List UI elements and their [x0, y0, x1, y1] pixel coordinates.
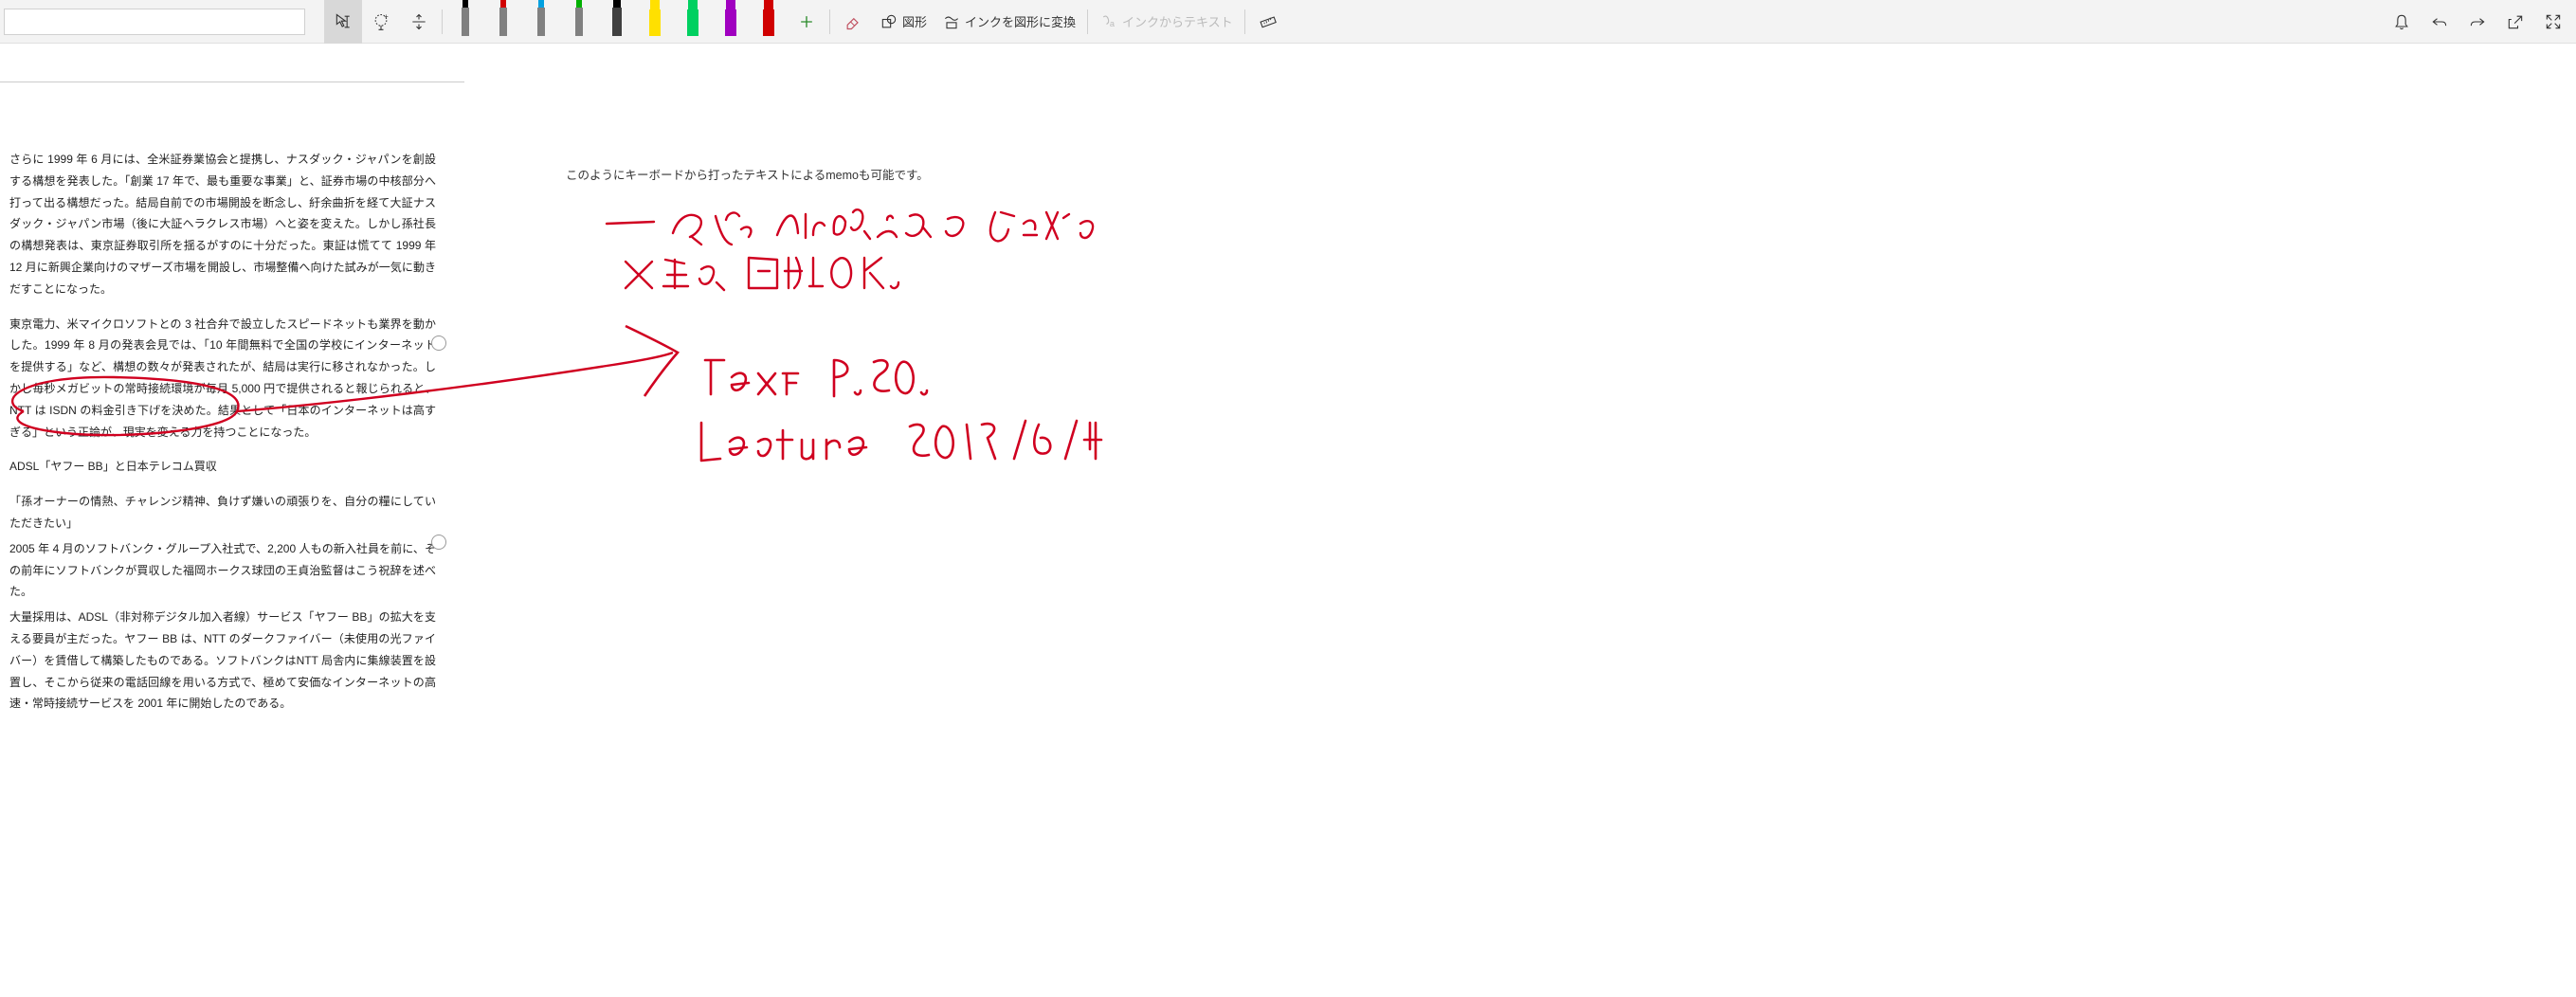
undo-button[interactable] — [2421, 0, 2458, 44]
ink-to-shape-label: インクを図形に変換 — [965, 12, 1076, 30]
highlighter-purple[interactable] — [712, 0, 750, 44]
ruler-button[interactable] — [1249, 0, 1287, 44]
doc-paragraph: 「孫オーナーの情熱、チャレンジ精神、負けず嫌いの頑張りを、自分の糧にしていただき… — [9, 491, 436, 535]
shapes-button[interactable]: 図形 — [872, 0, 934, 44]
redo-button[interactable] — [2458, 0, 2496, 44]
doc-paragraph: さらに 1999 年 6 月には、全米証券業協会と提携し、ナスダック・ジャパンを… — [9, 149, 436, 300]
workspace: さらに 1999 年 6 月には、全米証券業協会と提携し、ナスダック・ジャパンを… — [0, 44, 2576, 997]
add-pen-button[interactable] — [788, 0, 825, 44]
toolbar-divider — [442, 9, 443, 34]
pen-green-thin[interactable] — [560, 0, 598, 44]
search-input[interactable] — [4, 9, 305, 35]
toolbar-divider — [1087, 9, 1088, 34]
svg-text:a: a — [1110, 19, 1116, 28]
share-button[interactable] — [2496, 0, 2534, 44]
pen-red-thin[interactable] — [484, 0, 522, 44]
notes-area[interactable]: このようにキーボードから打ったテキストによるmemoも可能です。 — [479, 44, 2576, 997]
pen-blue-thin[interactable] — [522, 0, 560, 44]
doc-heading: ADSL「ヤフー BB」と日本テレコム買収 — [9, 460, 217, 473]
doc-paragraph: 大量採用は、ADSL（非対称デジタル加入者線）サービス「ヤフー BB」の拡大を支… — [9, 607, 436, 715]
ink-to-text-button: a インクからテキスト — [1092, 0, 1241, 44]
toolbar-divider — [1244, 9, 1245, 34]
printout-toggle[interactable] — [431, 535, 446, 550]
eraser-tool[interactable] — [834, 0, 872, 44]
printout-toggle[interactable] — [431, 335, 446, 351]
doc-paragraph: 2005 年 4 月のソフトバンク・グループ入社式で、2,200 人もの新入社員… — [9, 538, 436, 603]
cursor-text-tool[interactable] — [324, 0, 362, 44]
toolbar-divider — [829, 9, 830, 34]
pen-black-thin[interactable] — [446, 0, 484, 44]
insert-space-tool[interactable] — [400, 0, 438, 44]
svg-text:+: + — [384, 12, 389, 21]
toolbar: + 図形 インクを図形に変換 a インクからテキスト — [0, 0, 2576, 44]
notification-button[interactable] — [2383, 0, 2421, 44]
highlighter-yellow[interactable] — [636, 0, 674, 44]
document-page[interactable]: さらに 1999 年 6 月には、全米証券業協会と提携し、ナスダック・ジャパンを… — [0, 82, 464, 747]
shapes-label: 図形 — [902, 12, 927, 30]
fullscreen-button[interactable] — [2534, 0, 2572, 44]
doc-paragraph: 東京電力、米マイクロソフトとの 3 社合弁で設立したスピードネットも業界を動かし… — [9, 314, 436, 444]
ink-to-text-label: インクからテキスト — [1122, 12, 1233, 30]
highlighter-green[interactable] — [674, 0, 712, 44]
ink-to-shape-button[interactable]: インクを図形に変換 — [934, 0, 1083, 44]
lasso-tool[interactable]: + — [362, 0, 400, 44]
pen-black-bold[interactable] — [598, 0, 636, 44]
typed-note[interactable]: このようにキーボードから打ったテキストによるmemoも可能です。 — [566, 165, 929, 183]
highlighter-red[interactable] — [750, 0, 788, 44]
